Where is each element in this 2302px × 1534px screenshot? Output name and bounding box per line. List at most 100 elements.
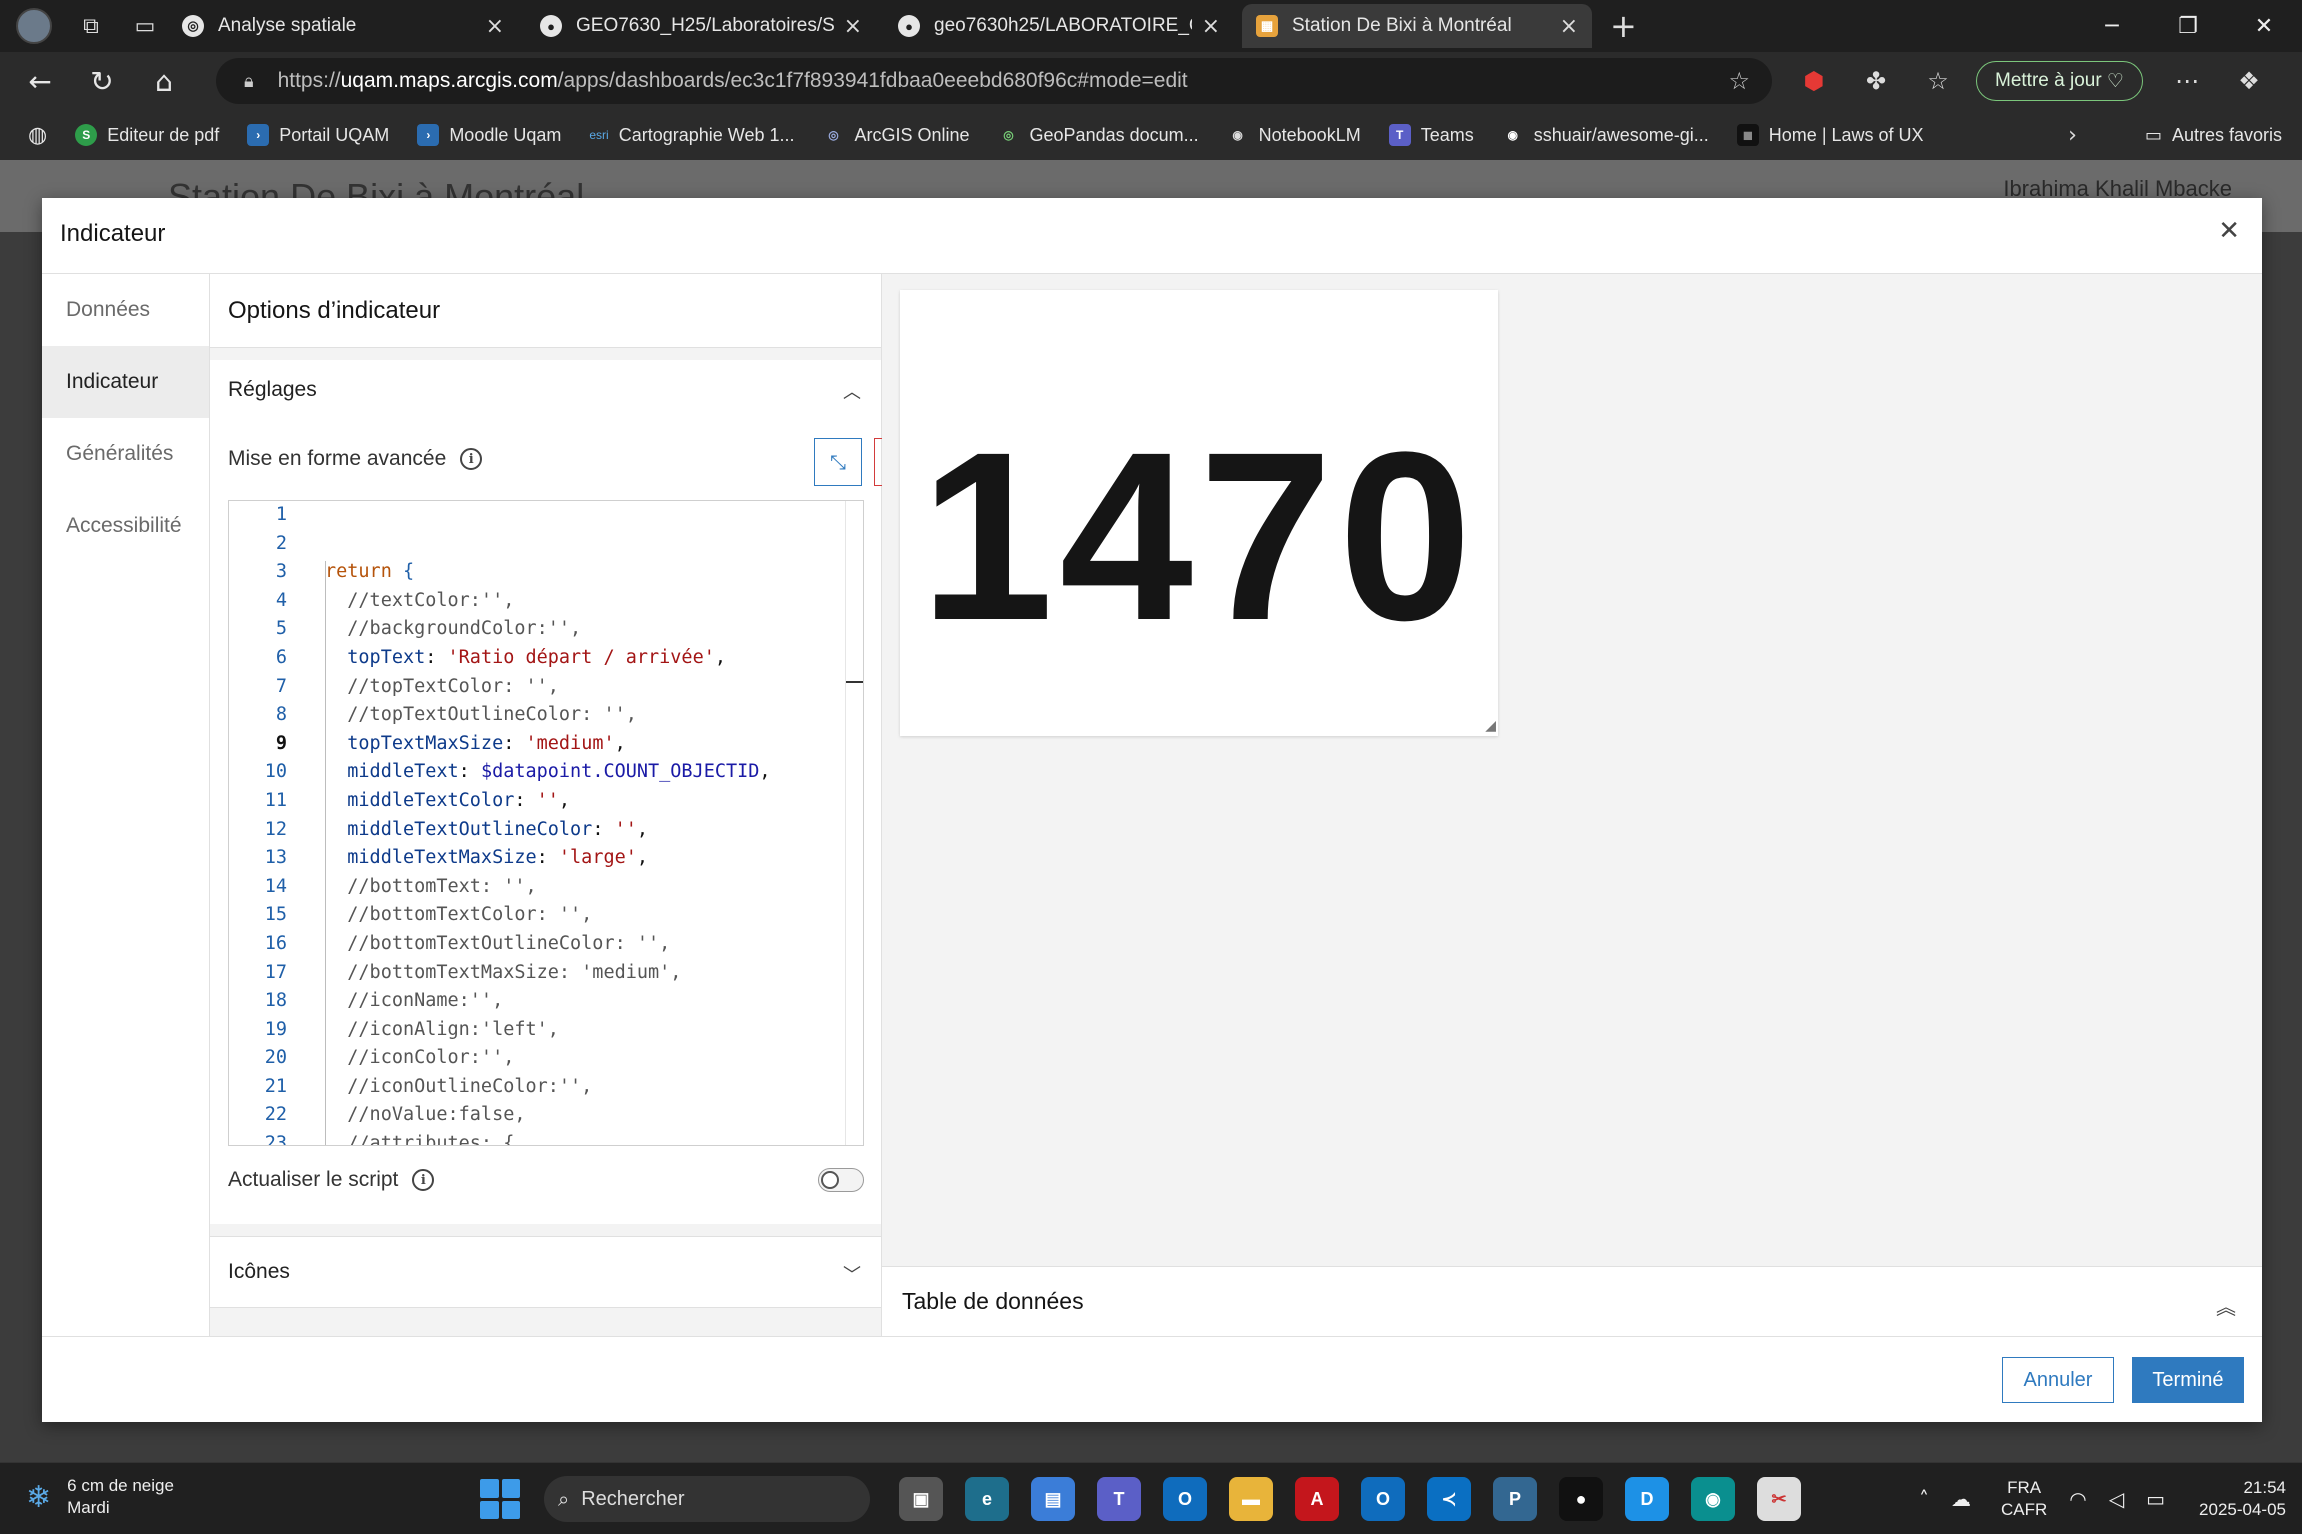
code-line[interactable]: 11 middleTextColor: '', <box>229 787 863 816</box>
close-icon[interactable]: × <box>1560 14 1578 39</box>
bookmark-arcgis-online[interactable]: ◎ ArcGIS Online <box>822 124 969 146</box>
store-icon[interactable]: ▤ <box>1031 1477 1075 1521</box>
icons-panel[interactable]: Icônes ﹀ <box>210 1236 881 1308</box>
new-tab-icon[interactable]: + <box>1610 7 1637 45</box>
code-line[interactable]: 12 middleTextOutlineColor: '', <box>229 816 863 845</box>
code-line[interactable]: 4 //textColor:'', <box>229 587 863 616</box>
code-line[interactable]: 10 middleText: $datapoint.COUNT_OBJECTID… <box>229 758 863 787</box>
globe-icon[interactable]: ◍ <box>28 123 47 148</box>
restore-icon[interactable]: ❐ <box>2150 14 2226 39</box>
close-icon[interactable]: ✕ <box>2218 216 2240 246</box>
tab-github-laboratoire[interactable]: ● geo7630h25/LABORATOIRE_GEO × <box>884 4 1234 48</box>
close-icon[interactable]: × <box>844 14 862 39</box>
tab-station-bixi[interactable]: ▦ Station De Bixi à Montréal × <box>1242 4 1592 48</box>
onedrive-icon[interactable]: ☁ <box>1951 1487 1971 1511</box>
bookmark-portail-uqam[interactable]: › Portail UQAM <box>247 124 389 146</box>
workspaces-icon[interactable]: ⧉ <box>76 11 106 41</box>
code-line[interactable]: 5 //backgroundColor:'', <box>229 615 863 644</box>
bookmark-geopandas[interactable]: ◎ GeoPandas docum... <box>998 124 1198 146</box>
nav-item-generalites[interactable]: Généralités <box>42 418 209 490</box>
address-bar[interactable]: 🔒︎ https://uqam.maps.arcgis.com/apps/das… <box>216 58 1772 104</box>
favorites-icon[interactable]: ☆ <box>1914 67 1962 95</box>
expand-editor-button[interactable]: ⤡ <box>814 438 862 486</box>
volume-icon[interactable]: ◁ <box>2109 1487 2124 1511</box>
file-explorer-icon[interactable]: ▬ <box>1229 1477 1273 1521</box>
copilot-icon[interactable]: ❖ <box>2225 67 2273 95</box>
code-line[interactable]: 9 topTextMaxSize: 'medium', <box>229 730 863 759</box>
app-icon[interactable]: ◉ <box>1691 1477 1735 1521</box>
code-line[interactable]: 19 //iconAlign:'left', <box>229 1016 863 1045</box>
battery-icon[interactable]: ▭ <box>2146 1487 2165 1511</box>
docker-icon[interactable]: D <box>1625 1477 1669 1521</box>
code-line[interactable]: 22 //noValue:false, <box>229 1101 863 1130</box>
code-line[interactable]: 3 return { <box>229 558 863 587</box>
vscode-icon[interactable]: ≺ <box>1427 1477 1471 1521</box>
other-favorites[interactable]: ▭ Autres favoris <box>2145 125 2282 146</box>
adblock-icon[interactable]: ⬢ <box>1790 67 1838 95</box>
bookmark-laws-of-ux[interactable]: ◼ Home | Laws of UX <box>1736 124 1924 146</box>
code-line[interactable]: 6 topText: 'Ratio départ / arrivée', <box>229 644 863 673</box>
more-menu-icon[interactable]: ⋯ <box>2163 67 2211 95</box>
windows-start-icon[interactable] <box>480 1479 520 1519</box>
github-desktop-icon[interactable]: ● <box>1559 1477 1603 1521</box>
chevron-up-icon[interactable]: ︿ <box>843 378 861 404</box>
bookmark-teams[interactable]: T Teams <box>1388 124 1474 146</box>
code-line[interactable]: 17 //bottomTextMaxSize: 'medium', <box>229 959 863 988</box>
outlook-classic-icon[interactable]: O <box>1361 1477 1405 1521</box>
language-indicator[interactable]: FRA CAFR <box>2001 1477 2047 1521</box>
extensions-icon[interactable]: ✤ <box>1852 67 1900 95</box>
taskbar-search[interactable]: ⌕ Rechercher <box>544 1476 870 1522</box>
refresh-script-toggle[interactable] <box>818 1168 864 1192</box>
tab-analyse-spatiale[interactable]: ◎ Analyse spatiale × <box>168 4 518 48</box>
code-line[interactable]: 21 //iconOutlineColor:'', <box>229 1073 863 1102</box>
profile-avatar[interactable] <box>16 8 52 44</box>
cancel-button[interactable]: Annuler <box>2002 1357 2114 1403</box>
double-chevron-up-icon[interactable]: ︽ <box>2216 1291 2236 1320</box>
chevron-down-icon[interactable]: ﹀ <box>843 1261 861 1287</box>
data-table-panel[interactable]: Table de données ︽ <box>882 1266 2262 1336</box>
weather-widget[interactable]: ❄ 6 cm de neige Mardi <box>26 1475 174 1519</box>
update-button[interactable]: Mettre à jour ♡ <box>1976 61 2143 101</box>
favorite-star-icon[interactable]: ☆ <box>1728 67 1750 95</box>
reload-icon[interactable]: ↻ <box>80 59 124 103</box>
clock[interactable]: 21:54 2025-04-05 <box>2199 1477 2286 1521</box>
postgresql-icon[interactable]: P <box>1493 1477 1537 1521</box>
close-window-icon[interactable]: ✕ <box>2226 14 2302 39</box>
code-line[interactable]: 15 //bottomTextColor: '', <box>229 901 863 930</box>
code-line[interactable]: 18 //iconName:'', <box>229 987 863 1016</box>
bookmark-notebooklm[interactable]: ◉ NotebookLM <box>1227 124 1360 146</box>
home-icon[interactable]: ⌂ <box>142 59 186 103</box>
arcade-code-editor[interactable]: 1 2 3 return {4 //textColor:'', 5 //backgrou… <box>228 500 864 1146</box>
chevron-right-icon[interactable]: › <box>2068 123 2077 148</box>
resize-grip-icon[interactable]: ◢ <box>1485 718 1496 734</box>
code-line[interactable]: 13 middleTextMaxSize: 'large', <box>229 844 863 873</box>
acrobat-icon[interactable]: A <box>1295 1477 1339 1521</box>
bookmark-editeur-pdf[interactable]: S Editeur de pdf <box>75 124 219 146</box>
code-line[interactable]: 16 //bottomTextOutlineColor: '', <box>229 930 863 959</box>
code-line[interactable]: 1 <box>229 501 863 530</box>
close-icon[interactable]: × <box>1202 14 1220 39</box>
snipping-tool-icon[interactable]: ✂ <box>1757 1477 1801 1521</box>
tab-github-geo7630[interactable]: ● GEO7630_H25/Laboratoires/Semaine × <box>526 4 876 48</box>
nav-item-indicateur[interactable]: Indicateur <box>42 346 209 418</box>
code-line[interactable]: 2 <box>229 530 863 559</box>
vertical-tabs-icon[interactable]: ▭ <box>130 11 160 41</box>
code-line[interactable]: 7 //topTextColor: '', <box>229 673 863 702</box>
chevron-up-icon[interactable]: ˄ <box>1919 1487 1929 1511</box>
code-line[interactable]: 23 //attributes: { <box>229 1130 863 1145</box>
done-button[interactable]: Terminé <box>2132 1357 2244 1403</box>
code-line[interactable]: 14 //bottomText: '', <box>229 873 863 902</box>
lock-icon[interactable]: 🔒︎ <box>244 71 254 92</box>
bookmark-cartographie-web[interactable]: esri Cartographie Web 1... <box>589 124 794 146</box>
bookmark-awesome-gis[interactable]: ◉ sshuair/awesome-gi... <box>1502 124 1708 146</box>
nav-item-accessibilite[interactable]: Accessibilité <box>42 490 209 562</box>
task-view-icon[interactable]: ▣ <box>899 1477 943 1521</box>
bookmark-moodle-uqam[interactable]: › Moodle Uqam <box>417 124 561 146</box>
nav-item-donnees[interactable]: Données <box>42 274 209 346</box>
back-icon[interactable]: ← <box>18 59 62 103</box>
code-line[interactable]: 20 //iconColor:'', <box>229 1044 863 1073</box>
edge-icon[interactable]: e <box>965 1477 1009 1521</box>
wifi-icon[interactable]: ◠ <box>2069 1487 2086 1511</box>
info-icon[interactable]: i <box>412 1169 435 1191</box>
teams-icon[interactable]: T <box>1097 1477 1141 1521</box>
